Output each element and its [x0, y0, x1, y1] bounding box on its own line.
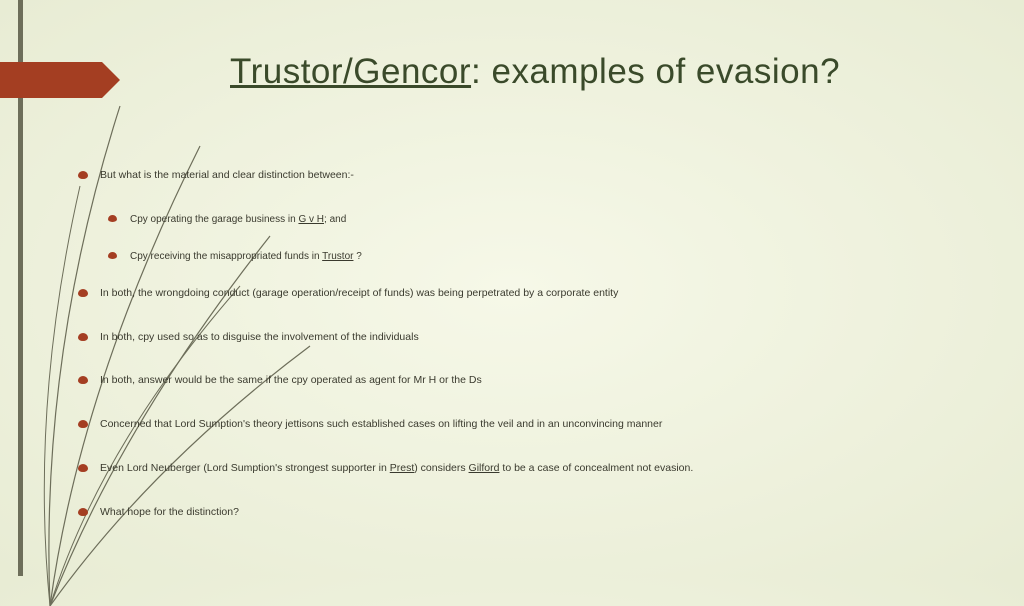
bullet-1a-post: ; and [324, 214, 346, 225]
bullet-6-pre: Even Lord Neuberger (Lord Sumption's str… [100, 462, 390, 474]
content-area: But what is the material and clear disti… [78, 168, 978, 548]
bullet-7: What hope for the distinction? [78, 505, 978, 521]
bullet-1-text: But what is the material and clear disti… [100, 169, 354, 181]
bullet-6-u2: Gilford [469, 462, 500, 474]
bullet-5: Concerned that Lord Sumption's theory je… [78, 417, 978, 433]
title-arrow [0, 62, 120, 98]
bullet-1b-underline: Trustor [322, 251, 353, 262]
bullet-2: In both, the wrongdoing conduct (garage … [78, 286, 978, 302]
bullet-3-text: In both, cpy used so as to disguise the … [100, 331, 419, 343]
bullet-1a: Cpy operating the garage business in G v… [108, 212, 978, 227]
bullet-7-text: What hope for the distinction? [100, 506, 239, 518]
bullet-4-text: In both, answer would be the same if the… [100, 374, 482, 386]
bullet-4: In both, answer would be the same if the… [78, 373, 978, 389]
bullet-6: Even Lord Neuberger (Lord Sumption's str… [78, 461, 978, 477]
slide-title: Trustor/Gencor: examples of evasion? [230, 52, 840, 92]
bullet-2-text: In both, the wrongdoing conduct (garage … [100, 287, 618, 299]
bullet-6-mid: ) considers [414, 462, 468, 474]
bullet-6-u1: Prest [390, 462, 415, 474]
title-underlined: Trustor/Gencor [230, 52, 471, 91]
bullet-1a-underline: G v H [298, 214, 324, 225]
title-rest: : examples of evasion? [471, 52, 840, 91]
bullet-1b-post: ? [353, 251, 361, 262]
bullet-5-text: Concerned that Lord Sumption's theory je… [100, 418, 662, 430]
bullet-6-post: to be a case of concealment not evasion. [499, 462, 693, 474]
bullet-1b-pre: Cpy receiving the misappropriated funds … [130, 251, 322, 262]
bullet-3: In both, cpy used so as to disguise the … [78, 330, 978, 346]
bullet-1: But what is the material and clear disti… [78, 168, 978, 184]
bullet-1b: Cpy receiving the misappropriated funds … [108, 249, 978, 264]
bullet-1a-pre: Cpy operating the garage business in [130, 214, 298, 225]
